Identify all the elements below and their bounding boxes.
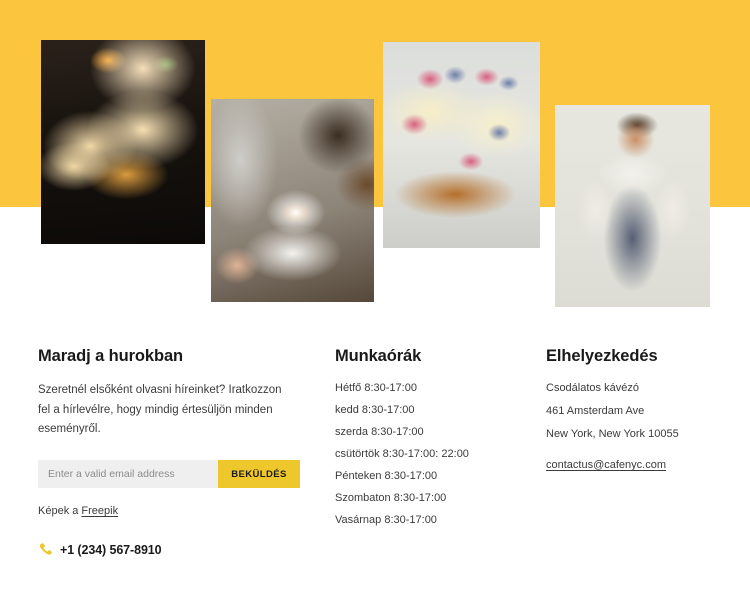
newsletter-title: Maradj a hurokban [38,347,183,365]
hours-item: Pénteken 8:30-17:00 [335,469,438,482]
page-root: Maradj a hurokban Szeretnél elsőként olv… [0,0,750,592]
phone-row[interactable]: +1 (234) 567-8910 [38,542,320,557]
image-credit: Képek a Freepik [38,505,320,517]
hours-item: szerda 8:30-17:00 [335,425,424,438]
location-title: Elhelyezkedés [546,347,658,365]
address-line: New York, New York 10055 [546,427,679,440]
address-line: Csodálatos kávézó [546,381,639,394]
newsletter-intro: Szeretnél elsőként olvasni híreinket? Ir… [38,383,282,436]
hero-section [0,0,750,320]
hours-item: csütörtök 8:30-17:00: 22:00 [335,447,469,460]
hero-image-cheesecake-slices [383,42,540,248]
hours-column: Munkaórák Hétfő 8:30-17:00 kedd 8:30-17:… [335,320,530,537]
contact-email-link[interactable]: contactus@cafenyc.com [546,459,666,471]
image-credit-prefix: Képek a [38,505,82,518]
hero-image-smiling-baker [555,105,710,307]
phone-number: +1 (234) 567-8910 [60,542,162,557]
hours-list: Hétfő 8:30-17:00 kedd 8:30-17:00 szerda … [335,381,530,537]
subscribe-submit-button[interactable]: BEKÜLDÉS [218,460,300,489]
phone-icon [39,543,52,555]
subscribe-form: BEKÜLDÉS [38,460,300,489]
hours-item: Vasárnap 8:30-17:00 [335,513,437,526]
address-line: 461 Amsterdam Ave [546,404,645,417]
hours-item: Hétfő 8:30-17:00 [335,381,417,394]
address-list: Csodálatos kávézó 461 Amsterdam Ave New … [546,381,746,452]
hours-item: Szombaton 8:30-17:00 [335,491,447,504]
newsletter-column: Maradj a hurokban Szeretnél elsőként olv… [38,320,320,557]
footer-section: Maradj a hurokban Szeretnél elsőként olv… [0,320,750,592]
hero-image-sliced-fruit-loaf [41,40,205,244]
email-input[interactable] [38,460,218,489]
location-column: Elhelyezkedés Csodálatos kávézó 461 Amst… [546,320,746,473]
hero-image-espresso-cup [211,99,374,302]
freepik-link[interactable]: Freepik [81,505,118,517]
hours-item: kedd 8:30-17:00 [335,403,415,416]
hours-title: Munkaórák [335,347,422,365]
